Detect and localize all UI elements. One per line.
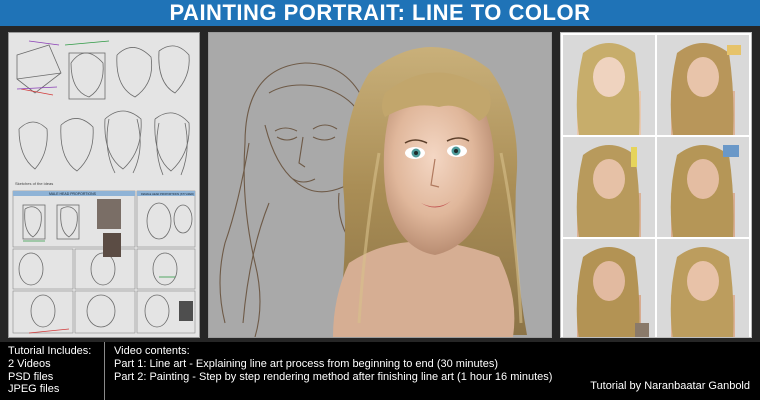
part-one: Part 1: Line art - Explaining line art p… [114,357,498,370]
includes-heading: Tutorial Includes: [8,345,92,357]
step-thumbnail [563,35,655,135]
include-item: PSD files [8,370,54,383]
preview-area: Sketches of the ideas MALE HEAD PROPORTI… [0,26,760,342]
step-thumbnail [657,239,749,337]
sketches-label: Sketches of the ideas [15,181,53,186]
video-contents: Video contents: Part 1: Line art - Expla… [114,345,552,383]
male-proportions-label: MALE HEAD PROPORTIONS [49,192,97,196]
female-proportions-label: FEMALE HEAD PROPORTIONS (STYLIZED) [141,192,194,196]
line-art-sheet: Sketches of the ideas MALE HEAD PROPORTI… [8,32,200,338]
step-thumbnail [563,137,655,237]
line-art-sheet-illustration: Sketches of the ideas MALE HEAD PROPORTI… [9,33,199,337]
include-item: 2 Videos [8,357,51,370]
painting-steps [560,32,752,338]
footer-divider [104,342,105,400]
portrait-painting-illustration [209,33,551,337]
page-title: PAINTING PORTRAIT: LINE TO COLOR [169,0,591,25]
include-item: JPEG files [8,383,60,396]
step-thumbnail [657,137,749,237]
author-credit: Tutorial by Naranbaatar Ganbold [590,380,750,392]
tutorial-includes: Tutorial Includes: 2 Videos PSD files JP… [8,345,91,396]
step-thumbnail [657,35,749,135]
step-thumbnail [563,239,655,337]
footer: Tutorial Includes: 2 Videos PSD files JP… [0,342,760,400]
portrait-painting [208,32,552,338]
title-bar: PAINTING PORTRAIT: LINE TO COLOR [0,0,760,26]
part-two: Part 2: Painting - Step by step renderin… [114,370,553,383]
contents-heading: Video contents: [114,345,190,357]
